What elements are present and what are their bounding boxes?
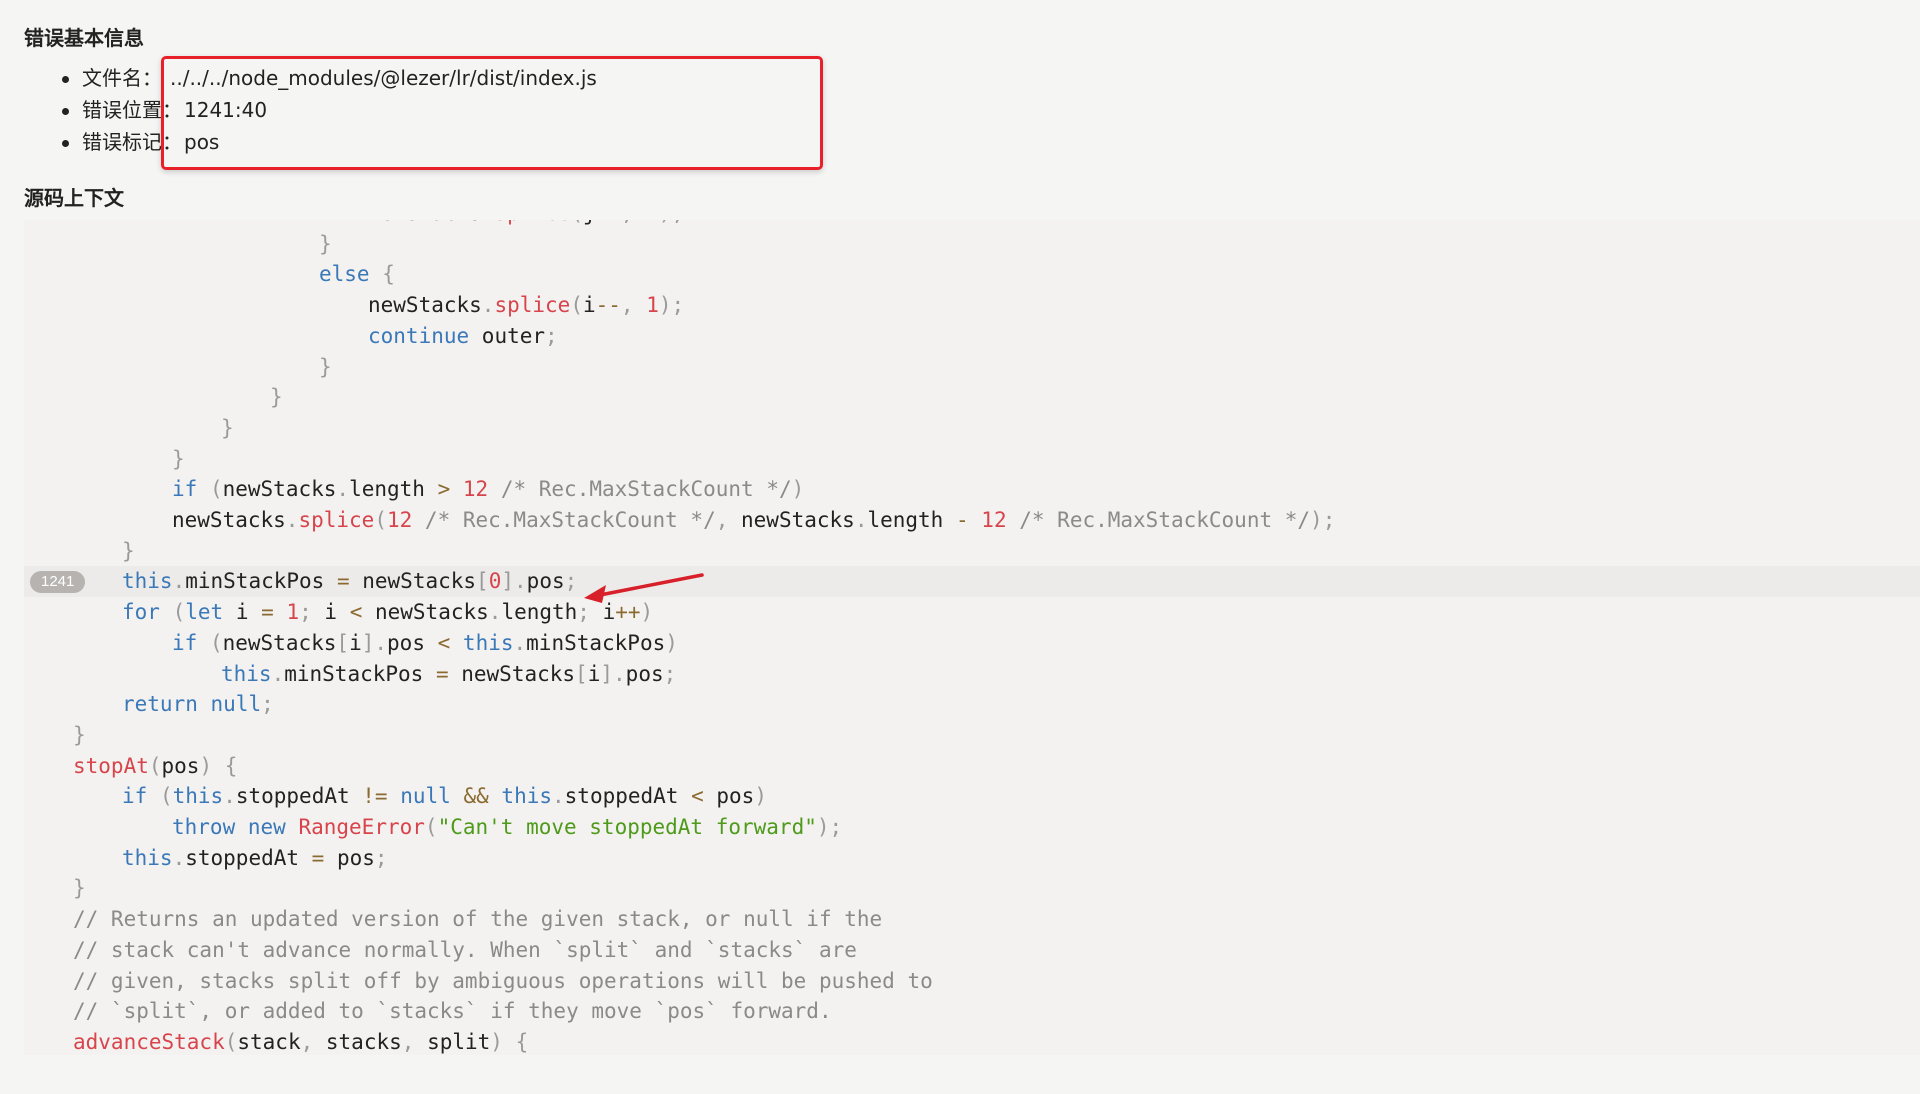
code-line-text: throw new RangeError("Can't move stopped… <box>172 815 843 839</box>
code-line: } <box>24 382 1920 413</box>
code-line: newStacks.splice(i--, 1); <box>24 290 1920 321</box>
code-line: throw new RangeError("Can't move stopped… <box>24 812 1920 843</box>
code-line: } <box>24 536 1920 567</box>
code-line: if (newStacks.length > 12 /* Rec.MaxStac… <box>24 474 1920 505</box>
code-line: return null; <box>24 689 1920 720</box>
code-line-text: } <box>172 446 185 471</box>
code-line: this.stoppedAt = pos; <box>24 843 1920 874</box>
code-line: } <box>24 873 1920 904</box>
bullet-icon <box>62 76 69 83</box>
code-line-text: newStacks.splice(i--, 1); <box>368 293 685 318</box>
code-viewer[interactable]: newStacks.splice(j--, 1);} else { newStack… <box>24 220 1920 1055</box>
code-line: stopAt(pos) { <box>24 751 1920 782</box>
section-title-basic-info: 错误基本信息 <box>24 26 144 50</box>
bottom-spacer <box>0 1055 1920 1094</box>
code-line-text: // Returns an updated version of the giv… <box>73 907 883 932</box>
error-info-label: 文件名： <box>82 66 162 90</box>
code-line: for (let i = 1; i < newStacks.length; i+… <box>24 597 1920 628</box>
code-line-text: } <box>221 415 234 440</box>
code-line-text: if (newStacks[i].pos < this.minStackPos) <box>172 630 678 655</box>
code-line-error: this.minStackPos = newStacks[0].pos; 1241 <box>24 566 1920 598</box>
code-line: newStacks.splice(12 /* Rec.MaxStackCount… <box>24 505 1920 536</box>
code-line: } <box>24 720 1920 751</box>
code-line: // `split`, or added to `stacks` if they… <box>24 996 1920 1027</box>
code-line-text: return null; <box>122 692 274 717</box>
code-line: } <box>24 413 1920 444</box>
code-line: } <box>24 444 1920 475</box>
code-line-text: } <box>270 385 283 410</box>
code-line: continue outer; <box>24 321 1920 352</box>
code-line-text: if (this.stoppedAt != null && this.stopp… <box>122 784 767 809</box>
code-line: this.minStackPos = newStacks[i].pos; <box>24 659 1920 690</box>
code-line: newStacks.splice(j--, 1); <box>24 220 1920 229</box>
bullet-icon <box>62 108 69 115</box>
code-line-text: } <box>319 354 332 379</box>
line-number-badge: 1241 <box>30 571 86 594</box>
code-line-text: newStacks.splice(j--, 1); <box>368 220 684 229</box>
code-line-text: newStacks.splice(12 /* Rec.MaxStackCount… <box>172 508 1336 532</box>
annotation-arrow-icon <box>584 573 704 603</box>
code-line-text: // stack can't advance normally. When `s… <box>73 937 857 962</box>
annotation-highlight-box <box>161 56 823 170</box>
code-line-text: for (let i = 1; i < newStacks.length; i+… <box>122 600 654 625</box>
code-line-text: else { <box>319 262 395 287</box>
code-line-text: this.stoppedAt = pos; <box>122 845 388 870</box>
code-line: // Returns an updated version of the giv… <box>24 904 1920 935</box>
code-line-text: this.minStackPos = newStacks[i].pos; <box>221 661 677 686</box>
code-line-text: // given, stacks split off by ambiguous … <box>73 968 933 993</box>
code-line: // given, stacks split off by ambiguous … <box>24 966 1920 997</box>
code-line-text: } <box>73 722 86 747</box>
code-line-text: advanceStack(stack, stacks, split) { <box>73 1029 529 1054</box>
code-line: else { <box>24 259 1920 290</box>
code-line-text: } <box>319 231 332 256</box>
code-line-text: continue outer; <box>368 323 558 348</box>
section-title-source-context: 源码上下文 <box>24 186 124 210</box>
code-line-text: if (newStacks.length > 12 /* Rec.MaxStac… <box>172 477 805 502</box>
code-line-text: } <box>73 876 86 901</box>
code-line-text: // `split`, or added to `stacks` if they… <box>73 999 832 1024</box>
code-line: } <box>24 229 1920 260</box>
code-line-text: stopAt(pos) { <box>73 753 238 778</box>
code-line: if (this.stoppedAt != null && this.stopp… <box>24 781 1920 812</box>
code-line-text: this.minStackPos = newStacks[0].pos; <box>122 569 578 594</box>
bullet-icon <box>62 140 69 147</box>
code-line-text: } <box>122 538 135 563</box>
code-line: if (newStacks[i].pos < this.minStackPos) <box>24 628 1920 659</box>
code-line: advanceStack(stack, stacks, split) { <box>24 1027 1920 1055</box>
code-line: // stack can't advance normally. When `s… <box>24 935 1920 966</box>
code-line: } <box>24 352 1920 383</box>
